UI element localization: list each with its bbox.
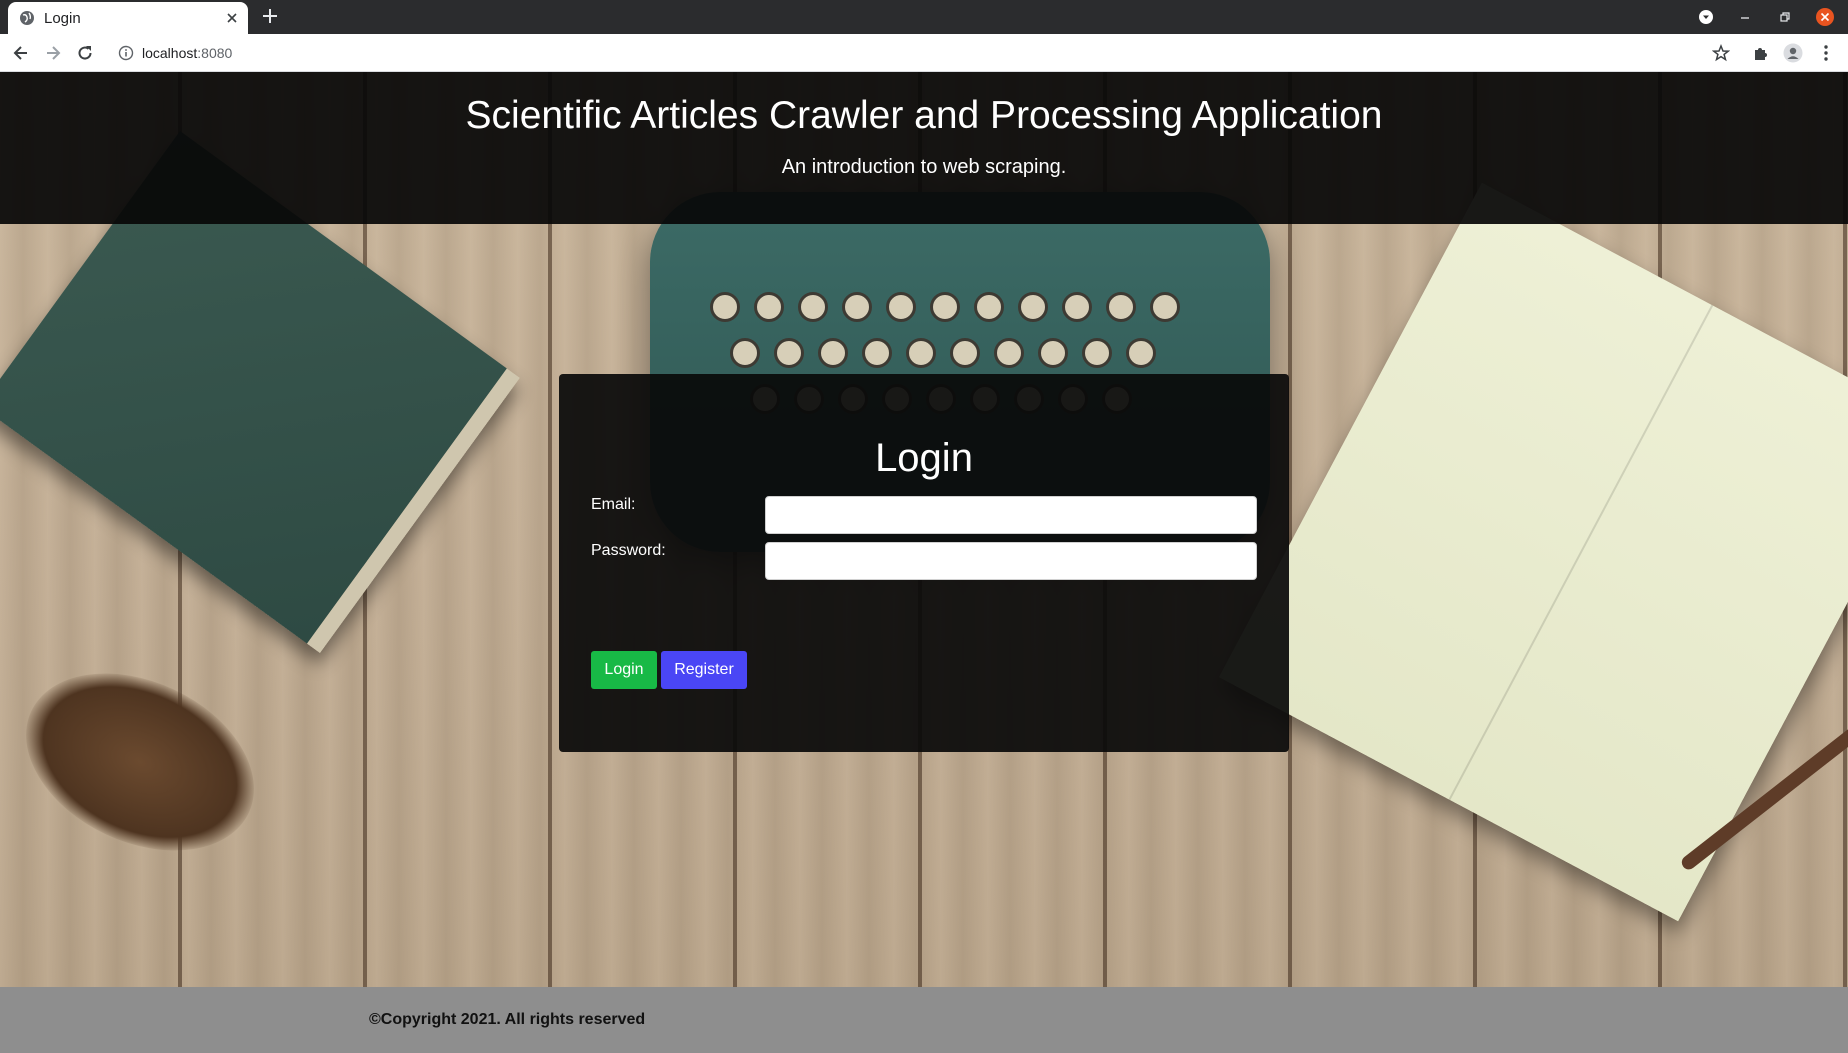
- typewriter-key: [798, 292, 828, 322]
- tab-search-icon[interactable]: [1696, 7, 1716, 27]
- back-arrow-icon[interactable]: [11, 43, 31, 63]
- typewriter-key: [1106, 292, 1136, 322]
- typewriter-key: [930, 292, 960, 322]
- typewriter-key: [818, 338, 848, 368]
- typewriter-key: [906, 338, 936, 368]
- forward-arrow-icon[interactable]: [43, 43, 63, 63]
- address-bar[interactable]: localhost:8080: [108, 38, 1728, 68]
- site-footer: ©Copyright 2021. All rights reserved: [0, 987, 1848, 1053]
- typewriter-key: [1038, 338, 1068, 368]
- typewriter-key: [754, 292, 784, 322]
- typewriter-key: [950, 338, 980, 368]
- typewriter-key: [994, 338, 1024, 368]
- star-icon[interactable]: [1711, 43, 1731, 63]
- kebab-menu-icon[interactable]: [1816, 43, 1836, 63]
- profile-icon[interactable]: [1783, 43, 1803, 63]
- browser-toolbar: localhost:8080: [0, 34, 1848, 72]
- close-window-icon[interactable]: [1815, 7, 1835, 27]
- close-icon[interactable]: [222, 8, 242, 28]
- browser-tab[interactable]: Login: [8, 2, 248, 34]
- puzzle-icon[interactable]: [1751, 43, 1771, 63]
- reload-icon[interactable]: [75, 43, 95, 63]
- site-subtitle: An introduction to web scraping.: [781, 156, 1067, 178]
- typewriter-key: [1018, 292, 1048, 322]
- login-title: Login: [875, 436, 973, 480]
- page-background: Scientific Articles Crawler and Processi…: [0, 72, 1848, 1053]
- info-icon[interactable]: [118, 45, 134, 61]
- typewriter-key: [1082, 338, 1112, 368]
- typewriter-key: [730, 338, 760, 368]
- url-text: localhost:8080: [142, 45, 232, 61]
- restore-icon[interactable]: [1775, 7, 1795, 27]
- login-card: Login Email: Password: Login Register: [559, 374, 1289, 752]
- browser-tab-strip: Login: [0, 0, 1848, 34]
- register-button[interactable]: Register: [661, 651, 747, 689]
- typewriter-key: [1150, 292, 1180, 322]
- site-header: Scientific Articles Crawler and Processi…: [0, 72, 1848, 224]
- password-label: Password:: [591, 542, 666, 559]
- copyright-text: ©Copyright 2021. All rights reserved: [369, 1011, 646, 1028]
- typewriter-key: [862, 338, 892, 368]
- typewriter-key: [1126, 338, 1156, 368]
- background-pinecone: [0, 638, 283, 886]
- typewriter-key: [1062, 292, 1092, 322]
- typewriter-key: [974, 292, 1004, 322]
- login-button[interactable]: Login: [591, 651, 657, 689]
- typewriter-key: [842, 292, 872, 322]
- globe-icon: [19, 10, 35, 26]
- typewriter-key: [886, 292, 916, 322]
- password-field[interactable]: [765, 542, 1257, 580]
- minimize-icon[interactable]: [1735, 7, 1755, 27]
- site-title: Scientific Articles Crawler and Processi…: [465, 94, 1383, 137]
- url-host: localhost: [142, 45, 198, 61]
- typewriter-key: [710, 292, 740, 322]
- typewriter-key: [774, 338, 804, 368]
- plus-icon[interactable]: [260, 6, 280, 26]
- email-label: Email:: [591, 496, 636, 513]
- url-port: :8080: [197, 45, 233, 61]
- email-field[interactable]: [765, 496, 1257, 534]
- tab-title: Login: [44, 10, 81, 27]
